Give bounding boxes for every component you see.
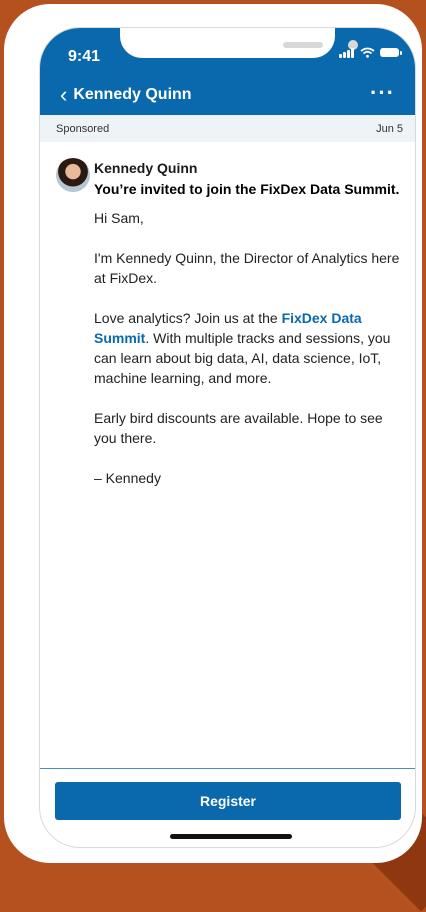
message-date: Jun 5: [376, 122, 403, 135]
sponsored-label: Sponsored: [56, 122, 110, 135]
sender-name[interactable]: Kennedy Quinn: [94, 160, 197, 176]
signoff: – Kennedy: [94, 470, 161, 486]
phone-frame: 9:41 ‹ Kennedy Quinn ··· Sponsored Jun 5…: [4, 4, 422, 863]
greeting: Hi Sam,: [94, 210, 144, 226]
intro-paragraph: I'm Kennedy Quinn, the Director of Analy…: [94, 250, 400, 286]
ellipsis-icon[interactable]: ···: [370, 82, 395, 104]
discount-paragraph: Early bird discounts are available. Hope…: [94, 410, 383, 446]
message-subject: You’re invited to join the FixDex Data S…: [94, 181, 400, 197]
status-time: 9:41: [68, 48, 101, 65]
header: ‹ Kennedy Quinn ···: [40, 80, 415, 110]
wifi-icon: [360, 47, 375, 58]
summit-paragraph: Love analytics? Join us at the FixDex Da…: [94, 308, 404, 388]
home-indicator: [170, 834, 292, 839]
signal-icon: [339, 47, 355, 58]
avatar[interactable]: [56, 158, 90, 192]
notch: [120, 28, 358, 58]
message-body: Hi Sam, I'm Kennedy Quinn, the Director …: [94, 208, 404, 508]
battery-icon: [380, 48, 402, 57]
header-title: Kennedy Quinn: [73, 86, 192, 103]
register-button[interactable]: Register: [55, 782, 401, 820]
status-icons: [339, 47, 402, 58]
divider: [40, 768, 415, 769]
phone-screen: 9:41 ‹ Kennedy Quinn ··· Sponsored Jun 5…: [40, 28, 415, 847]
chevron-left-icon[interactable]: ‹: [60, 84, 67, 106]
sponsored-bar: Sponsored Jun 5: [40, 115, 415, 142]
speaker: [283, 42, 323, 48]
summit-text-pre: Love analytics? Join us at the: [94, 310, 282, 326]
